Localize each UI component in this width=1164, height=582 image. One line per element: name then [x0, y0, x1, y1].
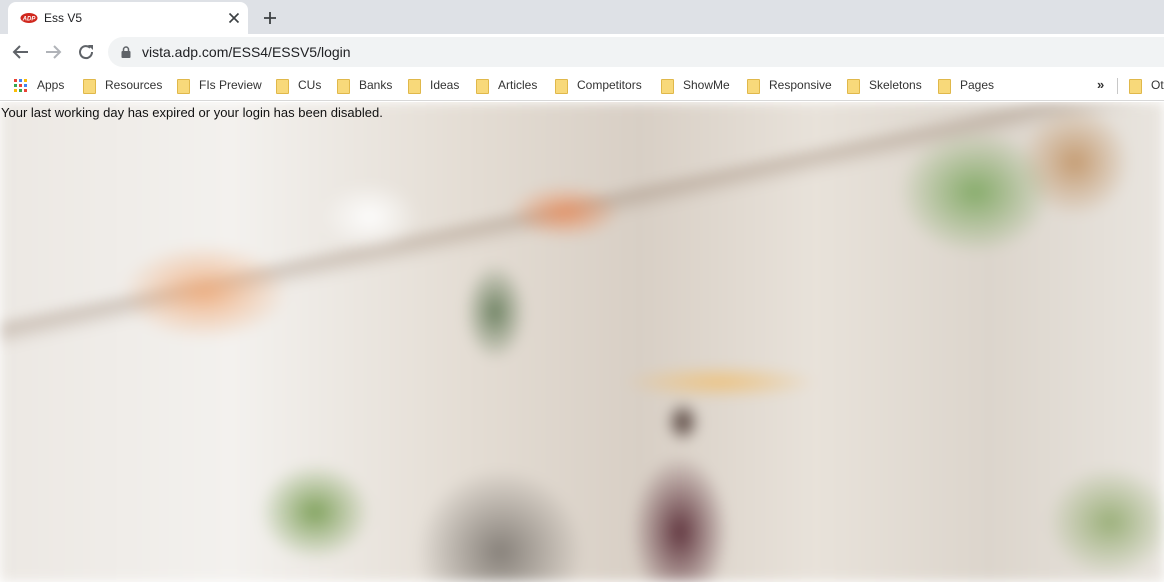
bookmark-pages[interactable]: Pages — [938, 75, 994, 95]
page-content: Your last working day has expired or you… — [0, 102, 1164, 582]
bookmark-label: Articles — [498, 78, 538, 92]
svg-text:ADP: ADP — [22, 17, 37, 23]
login-disabled-message: Your last working day has expired or you… — [1, 105, 383, 120]
folder-icon — [83, 78, 96, 94]
bookmark-banks[interactable]: Banks — [337, 75, 392, 95]
bookmark-label: Ot — [1151, 78, 1164, 92]
folder-icon — [938, 78, 951, 94]
bookmark-apps[interactable]: Apps — [14, 75, 64, 95]
arrow-right-icon[interactable] — [41, 40, 65, 64]
reload-icon[interactable] — [74, 40, 98, 64]
bookmarks-bar: Apps Resources FIs Preview CUs Banks Ide… — [0, 70, 1164, 101]
url-text: vista.adp.com/ESS4/ESSV5/login — [142, 44, 351, 60]
folder-icon — [177, 78, 190, 94]
blurred-background-image — [0, 102, 1164, 582]
folder-icon — [337, 78, 350, 94]
apps-grid-icon — [14, 78, 27, 92]
bookmark-fis-preview[interactable]: FIs Preview — [177, 75, 262, 95]
folder-icon — [747, 78, 760, 94]
browser-toolbar: vista.adp.com/ESS4/ESSV5/login — [0, 34, 1164, 70]
bookmark-articles[interactable]: Articles — [476, 75, 537, 95]
bookmark-competitors[interactable]: Competitors — [555, 75, 642, 95]
folder-icon — [661, 78, 674, 94]
bookmark-label: FIs Preview — [199, 78, 262, 92]
folder-icon — [847, 78, 860, 94]
bookmark-label: Apps — [37, 78, 65, 92]
folder-icon — [408, 78, 421, 94]
folder-icon — [1129, 78, 1142, 94]
folder-icon — [476, 78, 489, 94]
lock-icon — [121, 46, 131, 58]
close-icon[interactable] — [224, 8, 244, 28]
tab-title: Ess V5 — [44, 11, 83, 25]
bookmark-label: Skeletons — [869, 78, 922, 92]
arrow-left-icon[interactable] — [9, 40, 33, 64]
bookmark-label: CUs — [298, 78, 322, 92]
tab-strip: ADP Ess V5 — [0, 0, 1164, 34]
bookmark-label: Ideas — [430, 78, 460, 92]
folder-icon — [276, 78, 289, 94]
bookmarks-divider — [1117, 78, 1118, 94]
bookmark-label: ShowMe — [683, 78, 730, 92]
bookmark-label: Responsive — [769, 78, 832, 92]
bookmark-other[interactable]: Ot — [1129, 75, 1164, 95]
bookmark-label: Competitors — [577, 78, 642, 92]
bookmark-skeletons[interactable]: Skeletons — [847, 75, 922, 95]
bookmark-label: Banks — [359, 78, 393, 92]
folder-icon — [555, 78, 568, 94]
bookmark-cus[interactable]: CUs — [276, 75, 321, 95]
bookmarks-overflow-button[interactable]: » — [1097, 77, 1104, 92]
plus-icon[interactable] — [258, 6, 282, 30]
browser-tab[interactable]: ADP Ess V5 — [8, 2, 248, 34]
bookmark-label: Resources — [105, 78, 163, 92]
bookmark-responsive[interactable]: Responsive — [747, 75, 832, 95]
address-bar[interactable]: vista.adp.com/ESS4/ESSV5/login — [108, 37, 1164, 67]
bookmark-ideas[interactable]: Ideas — [408, 75, 459, 95]
bookmark-resources[interactable]: Resources — [83, 75, 162, 95]
bookmark-label: Pages — [960, 78, 995, 92]
adp-logo-icon: ADP — [20, 13, 38, 23]
bookmark-showme[interactable]: ShowMe — [661, 75, 730, 95]
